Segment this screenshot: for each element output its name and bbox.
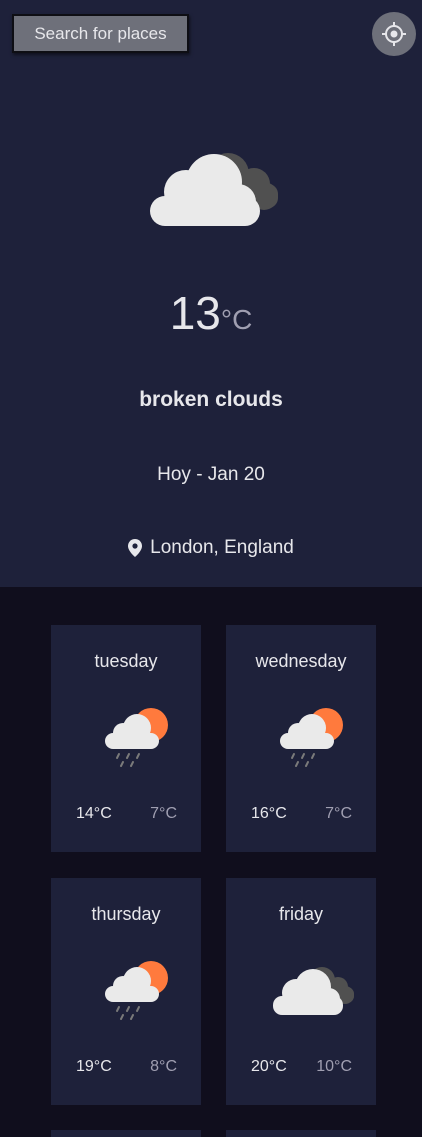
current-location: London, England	[0, 537, 422, 559]
search-places-button[interactable]: Search for places	[12, 14, 189, 53]
forecast-max-temp: 16°C	[251, 805, 287, 822]
weather-description: broken clouds	[139, 388, 283, 411]
gps-crosshair-icon	[382, 22, 406, 46]
current-date: Hoy - Jan 20	[157, 464, 265, 485]
light-rain-sun-icon	[105, 708, 168, 767]
forecast-max-temp: 20°C	[251, 1058, 287, 1075]
temperature-value: 13	[169, 287, 221, 339]
forecast-day: tuesday	[94, 651, 158, 671]
forecast-day: thursday	[91, 904, 161, 924]
broken-clouds-icon	[150, 153, 278, 226]
forecast-card-partial	[226, 1130, 376, 1137]
location-pin-icon	[128, 539, 143, 557]
broken-clouds-icon	[273, 967, 354, 1015]
forecast-min-temp: 7°C	[150, 805, 177, 822]
forecast-card: tuesday 14°C 7°C	[51, 625, 201, 852]
light-rain-sun-icon	[280, 708, 343, 767]
forecast-max-temp: 14°C	[76, 805, 112, 822]
forecast-min-temp: 10°C	[316, 1058, 352, 1075]
current-location-button[interactable]	[372, 12, 416, 56]
current-weather-panel: Search for places 13°C broken clouds Hoy…	[0, 0, 422, 587]
forecast-card: friday 20°C 10°C	[226, 878, 376, 1105]
forecast-max-temp: 19°C	[76, 1058, 112, 1075]
forecast-min-temp: 8°C	[150, 1058, 177, 1075]
location-label: London, England	[150, 537, 294, 558]
forecast-day: friday	[278, 904, 323, 924]
temperature-unit: °C	[220, 304, 253, 335]
forecast-card: thursday 19°C 8°C	[51, 878, 201, 1105]
forecast-day: wednesday	[255, 651, 347, 671]
forecast-card-partial	[51, 1130, 201, 1137]
current-temperature: 13°C	[0, 286, 422, 340]
light-rain-sun-icon	[105, 961, 168, 1020]
forecast-card: wednesday 16°C 7°C	[226, 625, 376, 852]
forecast-min-temp: 7°C	[325, 805, 352, 822]
